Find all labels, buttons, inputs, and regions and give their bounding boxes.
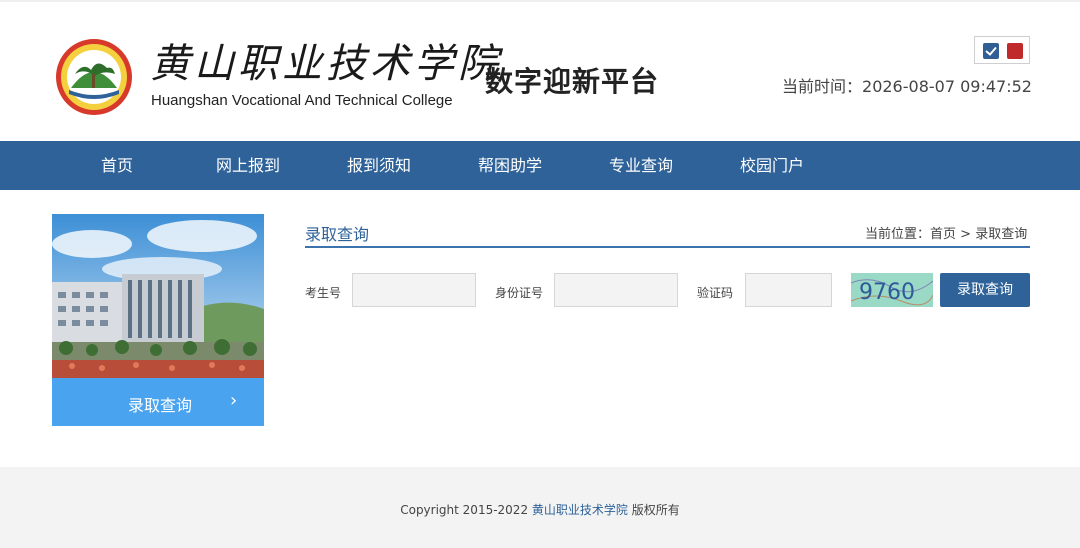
breadcrumb-home[interactable]: 首页 — [930, 223, 956, 242]
breadcrumb-separator: > — [960, 227, 972, 242]
id-number-input[interactable] — [554, 273, 678, 307]
admission-query-button[interactable]: 录取查询 — [940, 273, 1030, 307]
section-title: 录取查询 — [305, 225, 370, 244]
college-name-cn: 黄山职业技术学院 — [150, 41, 502, 87]
campus-photo — [52, 214, 264, 378]
nav-item-registration-notice[interactable]: 报到须知 — [324, 141, 434, 190]
theme-toggle-group — [974, 36, 1030, 64]
exam-number-input[interactable] — [352, 273, 476, 307]
platform-title: 数字迎新平台 — [485, 65, 660, 98]
breadcrumb-prefix: 当前位置： — [865, 227, 931, 242]
copyright-prefix: Copyright 2015-2022 — [400, 503, 529, 517]
nav-item-home[interactable]: 首页 — [62, 141, 172, 190]
captcha-label: 验证码 — [697, 286, 734, 300]
site-footer: Copyright 2015-2022 黄山职业技术学院 版权所有 — [0, 467, 1080, 548]
admission-query-side-button[interactable]: 录取查询 › — [52, 378, 264, 426]
college-logo — [53, 38, 135, 116]
nav-item-campus-portal[interactable]: 校园门户 — [717, 141, 827, 190]
college-name-en: Huangshan Vocational And Technical Colle… — [151, 92, 453, 109]
main-nav: 首页 网上报到 报到须知 帮困助学 专业查询 校园门户 — [0, 141, 1080, 190]
breadcrumb: 当前位置：首页 > 录取查询 — [865, 223, 1027, 242]
nav-item-online-registration[interactable]: 网上报到 — [193, 141, 303, 190]
time-label: 当前时间： — [782, 77, 863, 96]
nav-item-student-aid[interactable]: 帮困助学 — [455, 141, 565, 190]
captcha-image[interactable]: 9760 — [851, 273, 933, 307]
side-button-label: 录取查询 — [128, 396, 193, 415]
check-icon — [985, 46, 997, 56]
copyright-rights: 版权所有 — [631, 503, 680, 517]
chevron-right-icon: › — [230, 390, 238, 411]
section-divider — [305, 246, 1030, 248]
exam-number-label: 考生号 — [305, 286, 342, 300]
captcha-input[interactable] — [745, 273, 832, 307]
copyright: Copyright 2015-2022 黄山职业技术学院 版权所有 — [0, 501, 1080, 518]
blue-theme-checkbox[interactable] — [983, 43, 999, 59]
captcha-text: 9760 — [859, 280, 915, 305]
site-header: 黄山职业技术学院 Huangshan Vocational And Techni… — [0, 0, 1080, 141]
id-number-label: 身份证号 — [495, 286, 544, 300]
red-theme-checkbox[interactable] — [1007, 43, 1023, 59]
breadcrumb-current: 录取查询 — [975, 227, 1028, 242]
time-value: 2026-08-07 09:47:52 — [862, 77, 1032, 96]
current-time: 当前时间：2026-08-07 09:47:52 — [782, 73, 1032, 97]
college-link[interactable]: 黄山职业技术学院 — [532, 503, 628, 517]
nav-item-major-query[interactable]: 专业查询 — [586, 141, 696, 190]
